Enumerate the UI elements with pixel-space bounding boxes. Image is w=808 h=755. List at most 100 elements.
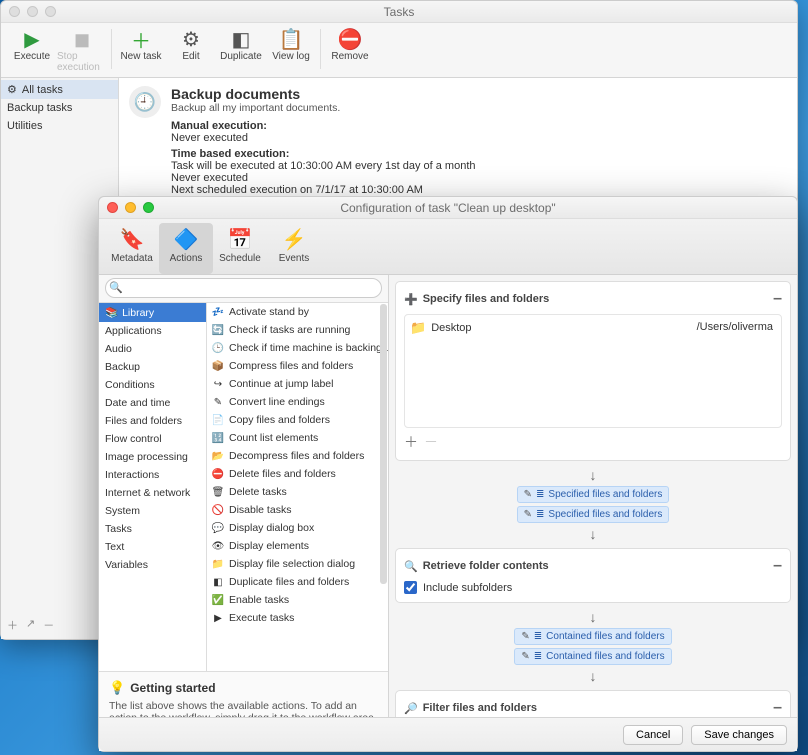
category-label: Flow control [105,433,162,445]
file-list[interactable]: 📁 Desktop /Users/oliverma [404,314,782,428]
tab-label: Schedule [219,253,261,264]
action-item[interactable]: 🔢 Count list elements [207,429,388,447]
action-label: Activate stand by [229,306,309,318]
action-item[interactable]: 🕒 Check if time machine is backing up da… [207,339,388,357]
action-item[interactable]: 🚫 Disable tasks [207,501,388,519]
tab-metadata[interactable]: 🔖 Metadata [105,223,159,274]
flow-tag[interactable]: ✎ ≣ Contained files and folders [514,648,671,665]
scrollbar[interactable] [380,304,387,584]
action-icon: ✅ [212,594,224,606]
task-row[interactable]: 🕘 Backup documents Backup all my importa… [119,78,797,205]
category-item-image-processing[interactable]: Image processing [99,448,206,466]
category-label: Files and folders [105,415,182,427]
action-item[interactable]: ▶ Execute tasks [207,609,388,627]
action-icon: ⛔ [212,468,224,480]
sidebar-item-all-tasks[interactable]: ⚙All tasks [1,80,118,99]
category-label: Audio [105,343,132,355]
action-item[interactable]: 📦 Compress files and folders [207,357,388,375]
action-item[interactable]: ◧ Duplicate files and folders [207,573,388,591]
category-item-library[interactable]: 📚Library [99,303,206,322]
add-icon[interactable]: ＋ [7,617,18,633]
toolbar-label: Duplicate [220,51,262,62]
add-file-button[interactable]: ＋ [404,432,418,452]
action-list[interactable]: 💤 Activate stand by🔄 Check if tasks are … [207,303,388,671]
action-item[interactable]: 📁 Display file selection dialog [207,555,388,573]
task-description: Backup documents Backup all my important… [171,86,476,196]
category-item-files-and-folders[interactable]: Files and folders [99,412,206,430]
toolbar-icon: ◼ [70,27,94,51]
save-changes-button[interactable]: Save changes [691,725,787,745]
actions-panel: 🔍 📚LibraryApplicationsAudioBackupConditi… [99,275,389,751]
toolbar-icon: ◧ [229,27,253,51]
action-item[interactable]: 💬 Display dialog box [207,519,388,537]
workflow-area[interactable]: ➕ Specify files and folders – 📁 Desktop … [389,275,797,751]
schedule-icon: 📅 [226,227,254,251]
remove-icon[interactable]: － [43,617,54,633]
include-subfolders-checkbox[interactable] [404,581,417,594]
collapse-button[interactable]: – [773,699,782,717]
sidebar-item-utilities[interactable]: Utilities [1,117,118,135]
sidebar-item-backup-tasks[interactable]: Backup tasks [1,99,118,117]
edit-icon[interactable]: ✎ [524,509,532,520]
edit-button[interactable]: ⚙ Edit [166,27,216,62]
manual-line: Never executed [171,132,476,144]
category-item-system[interactable]: System [99,502,206,520]
category-item-audio[interactable]: Audio [99,340,206,358]
action-item[interactable]: ✅ Enable tasks [207,591,388,609]
collapse-button[interactable]: – [773,290,782,308]
remove-button[interactable]: ⛔ Remove [325,27,375,62]
include-subfolders-label: Include subfolders [423,582,512,594]
category-item-flow-control[interactable]: Flow control [99,430,206,448]
action-item[interactable]: 📄 Copy files and folders [207,411,388,429]
category-item-tasks[interactable]: Tasks [99,520,206,538]
action-icon: ◧ [212,576,224,588]
toolbar-icon: ⚙ [179,27,203,51]
tab-actions[interactable]: 🔷 Actions [159,223,213,274]
category-item-backup[interactable]: Backup [99,358,206,376]
include-subfolders-row[interactable]: Include subfolders [404,581,782,594]
category-item-applications[interactable]: Applications [99,322,206,340]
action-item[interactable]: ↪ Continue at jump label [207,375,388,393]
category-item-interactions[interactable]: Interactions [99,466,206,484]
action-item[interactable]: 🗑 Delete tasks [207,483,388,501]
duplicate-button[interactable]: ◧ Duplicate [216,27,266,62]
action-item[interactable]: 📂 Decompress files and folders [207,447,388,465]
edit-icon[interactable]: ✎ [521,631,529,642]
category-item-text[interactable]: Text [99,538,206,556]
category-label: Internet & network [105,487,190,499]
collapse-button[interactable]: – [773,557,782,575]
tab-events[interactable]: ⚡ Events [267,223,321,274]
action-item[interactable]: 👁 Display elements [207,537,388,555]
action-icon: ✎ [212,396,224,408]
retrieve-panel: 🔍 Retrieve folder contents – Include sub… [395,548,791,603]
search-input[interactable] [105,278,382,298]
tab-schedule[interactable]: 📅 Schedule [213,223,267,274]
execute-button[interactable]: ▶ Execute [7,27,57,62]
category-item-variables[interactable]: Variables [99,556,206,574]
action-item[interactable]: ⛔ Delete files and folders [207,465,388,483]
arrow-down-icon: ↓ [590,609,597,625]
flow-tag[interactable]: ✎ ≣ Specified files and folders [517,506,670,523]
action-item[interactable]: 🔄 Check if tasks are running [207,321,388,339]
gear-icon: ⚙ [7,83,17,96]
category-list[interactable]: 📚LibraryApplications Audio BackupCondition… [99,303,207,671]
action-icon: 🕒 [212,342,224,354]
cancel-button[interactable]: Cancel [623,725,683,745]
flow-tag[interactable]: ✎ ≣ Specified files and folders [517,486,670,503]
category-item-internet-network[interactable]: Internet & network [99,484,206,502]
new-task-button[interactable]: ＋ New task [116,27,166,62]
edit-icon[interactable]: ✎ [524,489,532,500]
time-line: Never executed [171,172,476,184]
edit-icon[interactable]: ✎ [521,651,529,662]
tag-label: Contained files and folders [546,651,664,662]
category-item-conditions[interactable]: Conditions [99,376,206,394]
action-item[interactable]: ✎ Convert line endings [207,393,388,411]
remove-file-button[interactable]: － [424,432,438,452]
share-icon[interactable]: ↗ [26,617,35,633]
action-item[interactable]: 💤 Activate stand by [207,303,388,321]
flow-tag[interactable]: ✎ ≣ Contained files and folders [514,628,671,645]
action-icon: 📂 [212,450,224,462]
category-item-date-and-time[interactable]: Date and time [99,394,206,412]
tab-label: Metadata [111,253,153,264]
view-log-button[interactable]: 📋 View log [266,27,316,62]
